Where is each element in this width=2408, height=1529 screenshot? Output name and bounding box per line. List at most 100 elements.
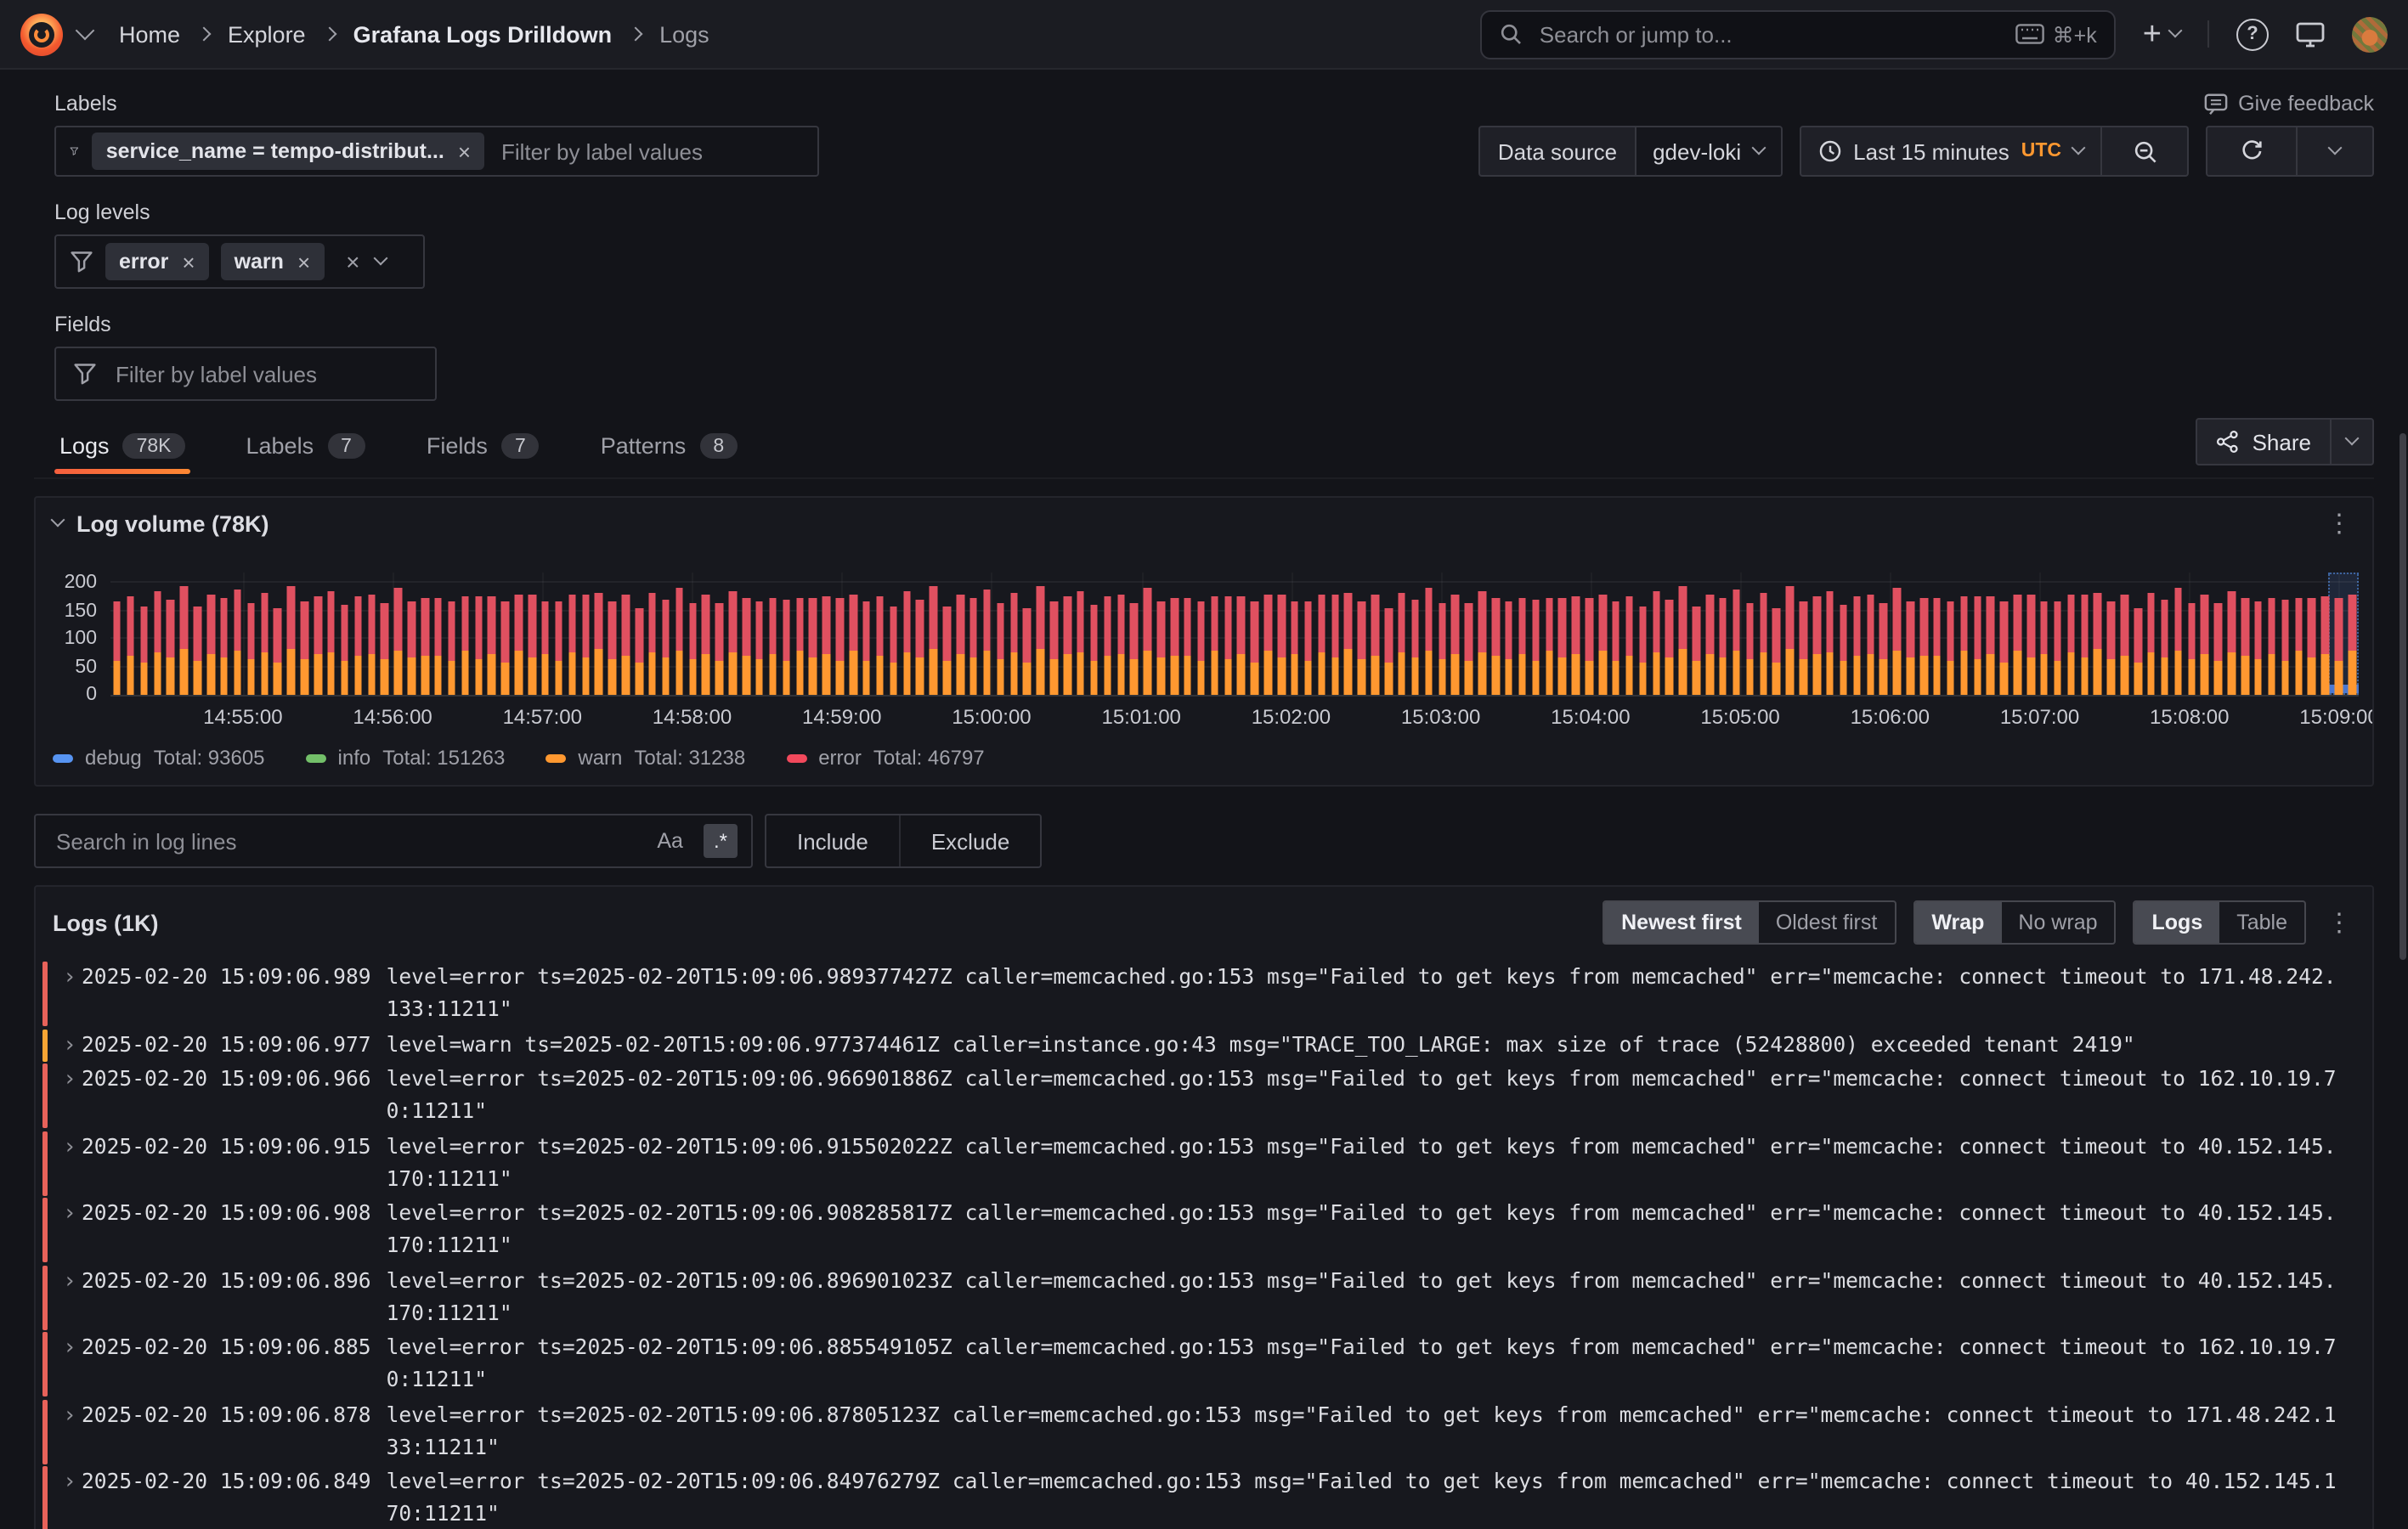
page-scrollbar[interactable]	[2400, 433, 2406, 960]
level-chip-error[interactable]: error ×	[105, 243, 209, 280]
sort-order-toggle: Newest first Oldest first	[1603, 900, 1896, 945]
sort-oldest-first[interactable]: Oldest first	[1759, 902, 1895, 943]
log-row[interactable]: › 2025-02-20 15:09:06.966 level=error ts…	[42, 1064, 2359, 1128]
labels-section-title: Labels	[54, 92, 117, 116]
breadcrumb-logs-drilldown[interactable]: Grafana Logs Drilldown	[353, 21, 613, 47]
log-row[interactable]: › 2025-02-20 15:09:06.915 level=error ts…	[42, 1131, 2359, 1195]
fields-values-input[interactable]	[112, 359, 418, 388]
log-timestamp: 2025-02-20 15:09:06.966	[82, 1064, 371, 1096]
case-sensitivity-toggle[interactable]: Aa	[650, 826, 690, 856]
log-line-search-box[interactable]: Aa .*	[34, 814, 753, 868]
log-levels-filter-box[interactable]: error × warn × ×	[54, 234, 425, 289]
volume-chart-plot[interactable]	[110, 573, 2359, 697]
collapse-panel-icon[interactable]	[51, 513, 65, 528]
refresh-interval-dropdown[interactable]	[2296, 127, 2372, 175]
labels-filter-box[interactable]: service_name = tempo-distribut... ×	[54, 126, 819, 177]
tab-fields[interactable]: Fields7	[421, 423, 545, 477]
log-level-indicator	[42, 1466, 48, 1529]
view-table[interactable]: Table	[2219, 902, 2304, 943]
log-row[interactable]: › 2025-02-20 15:09:06.908 level=error ts…	[42, 1198, 2359, 1262]
log-row[interactable]: › 2025-02-20 15:09:06.849 level=error ts…	[42, 1466, 2359, 1529]
tab-logs[interactable]: Logs78K	[54, 423, 190, 477]
exclude-button[interactable]: Exclude	[899, 815, 1041, 866]
log-row[interactable]: › 2025-02-20 15:09:06.885 level=error ts…	[42, 1332, 2359, 1396]
expand-row-icon[interactable]: ›	[58, 1064, 82, 1096]
legend-item-warn[interactable]: warnTotal: 31238	[545, 746, 745, 770]
clear-all-icon[interactable]: ×	[346, 248, 359, 275]
filter-funnel-icon	[70, 139, 79, 163]
refresh-icon	[2240, 139, 2264, 163]
news-monitor-icon[interactable]	[2296, 21, 2325, 47]
log-row[interactable]: › 2025-02-20 15:09:06.977 level=warn ts=…	[42, 1029, 2359, 1061]
expand-row-icon[interactable]: ›	[58, 1399, 82, 1431]
logs-panel-title: Logs (1K)	[53, 910, 159, 935]
wrap-on[interactable]: Wrap	[1914, 902, 2001, 943]
include-button[interactable]: Include	[766, 815, 899, 866]
remove-chip-icon[interactable]: ×	[297, 251, 310, 273]
datasource-picker: Data source gdev-loki	[1479, 126, 1782, 177]
legend-item-debug[interactable]: debugTotal: 93605	[53, 746, 265, 770]
remove-chip-icon[interactable]: ×	[182, 251, 195, 273]
legend-color-pill	[306, 753, 326, 762]
question-icon: ?	[2247, 24, 2258, 44]
panel-menu-icon[interactable]: ⋮	[2323, 511, 2355, 536]
share-button[interactable]: Share	[2198, 420, 2330, 464]
view-logs[interactable]: Logs	[2135, 902, 2220, 943]
grafana-app: { "topnav": { "breadcrumbs": ["Home", "E…	[0, 0, 2408, 1529]
refresh-button[interactable]	[2207, 127, 2296, 175]
zoom-out-button[interactable]	[2100, 127, 2187, 175]
legend-color-pill	[786, 753, 806, 762]
log-rows-list: › 2025-02-20 15:09:06.989 level=error ts…	[36, 951, 2372, 1529]
remove-chip-icon[interactable]: ×	[458, 140, 471, 162]
expand-row-icon[interactable]: ›	[58, 1131, 82, 1163]
datasource-select[interactable]: gdev-loki	[1634, 127, 1780, 175]
expand-row-icon[interactable]: ›	[58, 1029, 82, 1061]
tab-patterns[interactable]: Patterns8	[596, 423, 743, 477]
breadcrumb-logs[interactable]: Logs	[659, 21, 709, 47]
log-row[interactable]: › 2025-02-20 15:09:06.989 level=error ts…	[42, 962, 2359, 1026]
fields-filter-box[interactable]	[54, 347, 437, 401]
log-row[interactable]: › 2025-02-20 15:09:06.896 level=error ts…	[42, 1265, 2359, 1329]
time-range-button[interactable]: Last 15 minutes UTC	[1800, 127, 2100, 175]
chevron-down-icon[interactable]	[373, 251, 387, 266]
expand-row-icon[interactable]: ›	[58, 962, 82, 994]
regex-toggle[interactable]: .*	[704, 824, 738, 858]
share-dropdown-button[interactable]	[2330, 420, 2372, 464]
wrap-off[interactable]: No wrap	[2001, 902, 2114, 943]
chevron-down-icon	[2072, 141, 2086, 155]
legend-item-info[interactable]: infoTotal: 151263	[306, 746, 506, 770]
panel-menu-icon[interactable]: ⋮	[2323, 910, 2355, 935]
expand-row-icon[interactable]: ›	[58, 1198, 82, 1230]
expand-row-icon[interactable]: ›	[58, 1466, 82, 1498]
breadcrumb-home[interactable]: Home	[119, 21, 180, 47]
legend-item-error[interactable]: errorTotal: 46797	[786, 746, 984, 770]
log-message: level=error ts=2025-02-20T15:09:06.84976…	[387, 1466, 2359, 1529]
log-timestamp: 2025-02-20 15:09:06.989	[82, 962, 371, 994]
sort-newest-first[interactable]: Newest first	[1604, 902, 1759, 943]
log-line-search-input[interactable]	[53, 827, 636, 855]
level-chip-warn[interactable]: warn ×	[221, 243, 325, 280]
user-avatar[interactable]	[2352, 16, 2388, 52]
logs-panel: Logs (1K) Newest first Oldest first Wrap…	[34, 885, 2374, 1529]
log-timestamp: 2025-02-20 15:09:06.849	[82, 1466, 371, 1498]
breadcrumb: Home Explore Grafana Logs Drilldown Logs	[119, 21, 709, 47]
fields-section-title: Fields	[54, 313, 111, 336]
grafana-logo[interactable]	[20, 13, 63, 55]
label-filter-chip[interactable]: service_name = tempo-distribut... ×	[93, 133, 484, 170]
give-feedback-button[interactable]: Give feedback	[2204, 92, 2374, 116]
label-values-input[interactable]	[498, 137, 804, 166]
global-search[interactable]: ⌘+k	[1480, 9, 2116, 59]
log-level-indicator	[42, 1064, 48, 1128]
breadcrumb-explore[interactable]: Explore	[228, 21, 306, 47]
expand-row-icon[interactable]: ›	[58, 1265, 82, 1297]
help-button[interactable]: ?	[2236, 18, 2269, 50]
log-message: level=error ts=2025-02-20T15:09:06.91550…	[387, 1131, 2359, 1195]
tab-labels[interactable]: Labels7	[241, 423, 370, 477]
search-input[interactable]	[1536, 20, 2002, 48]
expand-row-icon[interactable]: ›	[58, 1332, 82, 1364]
new-menu-button[interactable]: +	[2143, 18, 2180, 50]
include-exclude-group: Include Exclude	[765, 814, 1042, 868]
chart-legend: debugTotal: 93605 infoTotal: 151263 warn…	[36, 737, 2372, 783]
log-row[interactable]: › 2025-02-20 15:09:06.878 level=error ts…	[42, 1399, 2359, 1464]
org-switcher-chevron-icon[interactable]	[76, 21, 95, 41]
